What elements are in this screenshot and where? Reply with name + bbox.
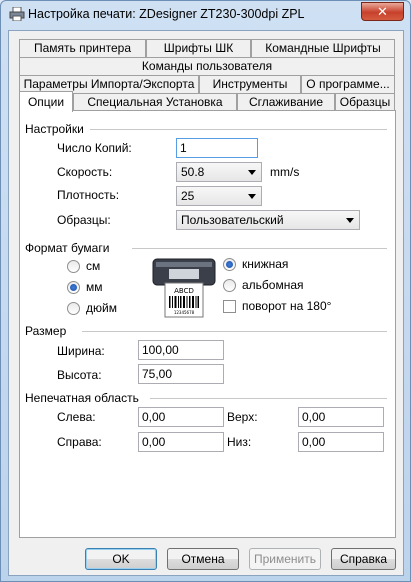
speed-unit: mm/s — [270, 165, 300, 179]
group-divider — [82, 331, 387, 332]
tab-row-2: Команды пользователя — [19, 57, 395, 75]
unit-inch-radio[interactable] — [67, 302, 80, 315]
tab-barcode-fonts[interactable]: Шрифты ШК — [146, 39, 251, 57]
top-margin-label: Верх: — [227, 410, 258, 424]
speed-label: Скорость: — [57, 165, 113, 179]
options-panel: Настройки Число Копий: 1 Скорость: 50.8 … — [19, 110, 396, 538]
tab-about[interactable]: О программе... — [301, 75, 395, 93]
height-label: Высота: — [57, 368, 102, 382]
print-settings-window: Настройка печати: ZDesigner ZT230-300dpi… — [0, 0, 411, 582]
right-margin-input[interactable]: 0,00 — [138, 432, 224, 452]
size-group-title: Размер — [25, 324, 71, 338]
speed-value: 50.8 — [181, 165, 205, 179]
rotate-180-checkbox[interactable] — [223, 300, 236, 313]
ok-button[interactable]: OK — [85, 548, 157, 570]
tab-tools[interactable]: Инструменты — [199, 75, 301, 93]
unit-mm-label: мм — [86, 280, 103, 294]
chevron-down-icon — [248, 170, 256, 175]
settings-group-title: Настройки — [25, 122, 88, 136]
paper-format-group-title: Формат бумаги — [25, 241, 114, 255]
right-margin-label: Справа: — [57, 435, 102, 449]
tab-user-commands[interactable]: Команды пользователя — [19, 57, 395, 75]
tab-smoothing[interactable]: Сглаживание — [237, 93, 335, 111]
density-select[interactable]: 25 — [176, 186, 262, 206]
unit-cm-radio[interactable] — [67, 260, 80, 273]
density-label: Плотность: — [57, 188, 120, 202]
tab-printer-memory[interactable]: Память принтера — [19, 39, 146, 57]
window-title: Настройка печати: ZDesigner ZT230-300dpi… — [28, 7, 305, 21]
help-button[interactable]: Справка — [331, 548, 396, 570]
tab-special-setup[interactable]: Специальная Установка — [73, 93, 237, 111]
label-preview-icon: ABCD 12345678 — [152, 258, 216, 318]
apply-button[interactable]: Применить — [249, 548, 321, 570]
copies-input[interactable]: 1 — [176, 138, 258, 158]
tab-row-1: Память принтера Шрифты ШК Командные Шриф… — [19, 39, 395, 57]
samples-value: Пользовательский — [181, 213, 284, 227]
preview-text: ABCD — [174, 287, 194, 295]
close-button[interactable]: ✕ — [361, 2, 404, 21]
copies-label: Число Копий: — [57, 141, 132, 155]
chevron-down-icon — [248, 194, 256, 199]
top-margin-input[interactable]: 0,00 — [298, 407, 384, 427]
printer-icon — [9, 7, 25, 21]
left-margin-input[interactable]: 0,00 — [138, 407, 224, 427]
landscape-radio[interactable] — [223, 279, 236, 292]
portrait-radio[interactable] — [223, 258, 236, 271]
preview-code: 12345678 — [174, 310, 195, 315]
title-bar[interactable]: Настройка печати: ZDesigner ZT230-300dpi… — [1, 1, 410, 29]
tab-row-4: Опции Специальная Установка Сглаживание … — [19, 91, 395, 112]
chevron-down-icon — [346, 218, 354, 223]
dialog-client: Память принтера Шрифты ШК Командные Шриф… — [8, 30, 404, 576]
rotate-180-label: поворот на 180° — [242, 299, 332, 313]
unit-inch-label: дюйм — [86, 301, 117, 315]
samples-select[interactable]: Пользовательский — [176, 210, 360, 230]
height-input[interactable]: 75,00 — [138, 364, 224, 384]
left-margin-label: Слева: — [57, 410, 96, 424]
tab-command-fonts[interactable]: Командные Шрифты — [251, 39, 395, 57]
tab-row-3: Параметры Импорта/Экспорта Инструменты О… — [19, 75, 395, 93]
group-divider — [150, 398, 387, 399]
tab-options[interactable]: Опции — [19, 91, 73, 112]
width-input[interactable]: 100,00 — [138, 340, 224, 360]
landscape-label: альбомная — [242, 278, 304, 292]
portrait-label: книжная — [242, 257, 289, 271]
unprintable-group-title: Непечатная область — [25, 391, 143, 405]
density-value: 25 — [181, 189, 195, 203]
samples-label: Образцы: — [57, 213, 111, 227]
speed-select[interactable]: 50.8 — [176, 162, 262, 182]
width-label: Ширина: — [57, 344, 105, 358]
tab-samples[interactable]: Образцы — [335, 93, 395, 111]
cancel-button[interactable]: Отмена — [167, 548, 239, 570]
close-icon: ✕ — [377, 3, 388, 19]
group-divider — [90, 129, 387, 130]
group-divider — [132, 248, 387, 249]
bottom-margin-label: Низ: — [227, 435, 252, 449]
unit-mm-radio[interactable] — [67, 281, 80, 294]
unit-cm-label: см — [86, 259, 101, 273]
bottom-margin-input[interactable]: 0,00 — [298, 432, 384, 452]
